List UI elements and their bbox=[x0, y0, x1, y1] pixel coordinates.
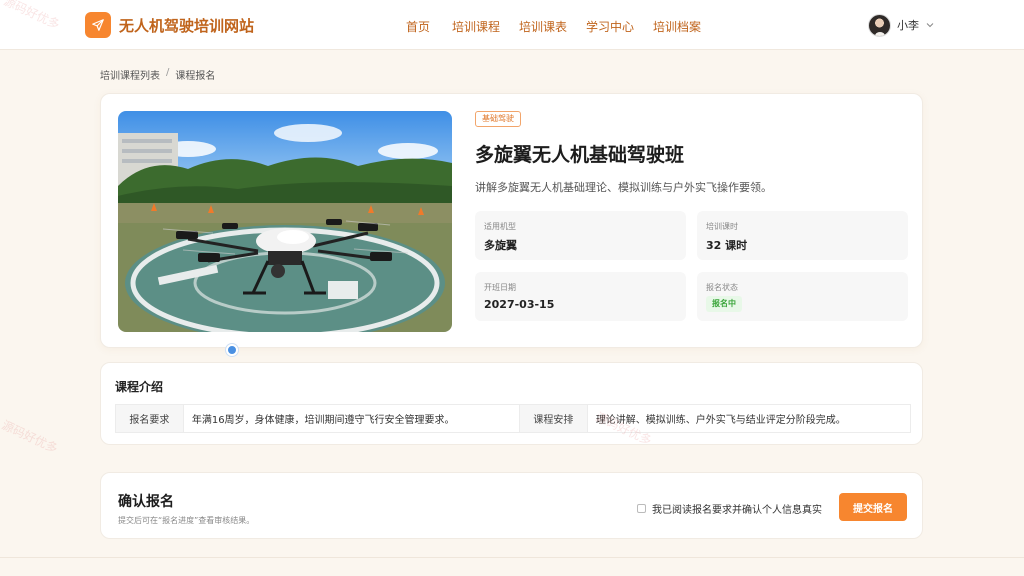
confirm-card: 确认报名 提交后可在“报名进度”查看审核结果。 我已阅读报名要求并确认个人信息真… bbox=[100, 472, 923, 539]
requirement-label: 报名要求 bbox=[116, 405, 184, 432]
info-value: 2027-03-15 bbox=[484, 298, 555, 311]
info-value: 多旋翼 bbox=[484, 239, 517, 252]
schedule-label: 课程安排 bbox=[519, 405, 588, 432]
breadcrumb-parent[interactable]: 培训课程列表 bbox=[100, 67, 160, 82]
info-status: 报名状态 报名中 bbox=[697, 272, 908, 321]
info-label: 培训课时 bbox=[706, 222, 738, 231]
intro-table: 报名要求 年满16周岁，身体健康，培训期间遵守飞行安全管理要求。 课程安排 理论… bbox=[115, 404, 911, 433]
info-label: 开班日期 bbox=[484, 283, 516, 292]
status-badge: 报名中 bbox=[706, 296, 742, 312]
carousel-dot[interactable] bbox=[226, 344, 238, 356]
intro-title: 课程介绍 bbox=[115, 380, 164, 394]
course-title: 多旋翼无人机基础驾驶班 bbox=[475, 144, 685, 166]
schedule-value: 理论讲解、模拟训练、户外实飞与结业评定分阶段完成。 bbox=[595, 415, 846, 426]
course-photo bbox=[118, 111, 452, 332]
breadcrumb-current: 课程报名 bbox=[175, 71, 216, 82]
confirm-hint: 提交后可在“报名进度”查看审核结果。 bbox=[118, 516, 255, 525]
nav-item-records[interactable]: 培训档案 bbox=[653, 18, 701, 35]
agree-checkbox-row[interactable]: 我已阅读报名要求并确认个人信息真实 bbox=[637, 501, 822, 516]
course-intro-card: 课程介绍 报名要求 年满16周岁，身体健康，培训期间遵守飞行安全管理要求。 课程… bbox=[100, 362, 923, 445]
info-label: 报名状态 bbox=[706, 283, 738, 292]
watermark: 源码好优多 bbox=[0, 417, 60, 456]
agree-checkbox[interactable] bbox=[637, 504, 646, 513]
info-aircraft: 适用机型 多旋翼 bbox=[475, 211, 686, 260]
info-hours: 培训课时 32 课时 bbox=[697, 211, 908, 260]
avatar bbox=[868, 13, 891, 37]
course-description: 讲解多旋翼无人机基础理论、模拟训练与户外实飞操作要领。 bbox=[475, 181, 772, 194]
info-label: 适用机型 bbox=[484, 222, 516, 231]
top-header: 无人机驾驶培训网站 首页 培训课程 培训课表 学习中心 培训档案 小李 bbox=[0, 0, 1024, 50]
course-card: 基础驾驶 多旋翼无人机基础驾驶班 讲解多旋翼无人机基础理论、模拟训练与户外实飞操… bbox=[100, 93, 923, 348]
breadcrumb-separator: / bbox=[166, 67, 170, 78]
footer bbox=[0, 557, 1024, 576]
info-value: 32 课时 bbox=[706, 239, 748, 252]
breadcrumb: 培训课程列表 / 课程报名 bbox=[100, 67, 215, 82]
user-name: 小李 bbox=[897, 19, 919, 32]
nav-item-courses[interactable]: 培训课程 bbox=[452, 18, 500, 35]
nav-item-home[interactable]: 首页 bbox=[406, 18, 430, 35]
agree-label[interactable]: 我已阅读报名要求并确认个人信息真实 bbox=[652, 501, 822, 516]
chevron-down-icon bbox=[926, 23, 934, 28]
submit-button[interactable]: 提交报名 bbox=[839, 493, 907, 521]
user-menu[interactable]: 小李 bbox=[868, 13, 935, 37]
nav-item-timetable[interactable]: 培训课表 bbox=[519, 18, 567, 35]
nav-item-learning-center[interactable]: 学习中心 bbox=[586, 18, 634, 35]
requirement-value: 年满16周岁，身体健康，培训期间遵守飞行安全管理要求。 bbox=[184, 405, 520, 432]
confirm-title: 确认报名 bbox=[118, 494, 174, 510]
info-start-date: 开班日期 2027-03-15 bbox=[475, 272, 686, 321]
category-tag: 基础驾驶 bbox=[475, 111, 521, 127]
